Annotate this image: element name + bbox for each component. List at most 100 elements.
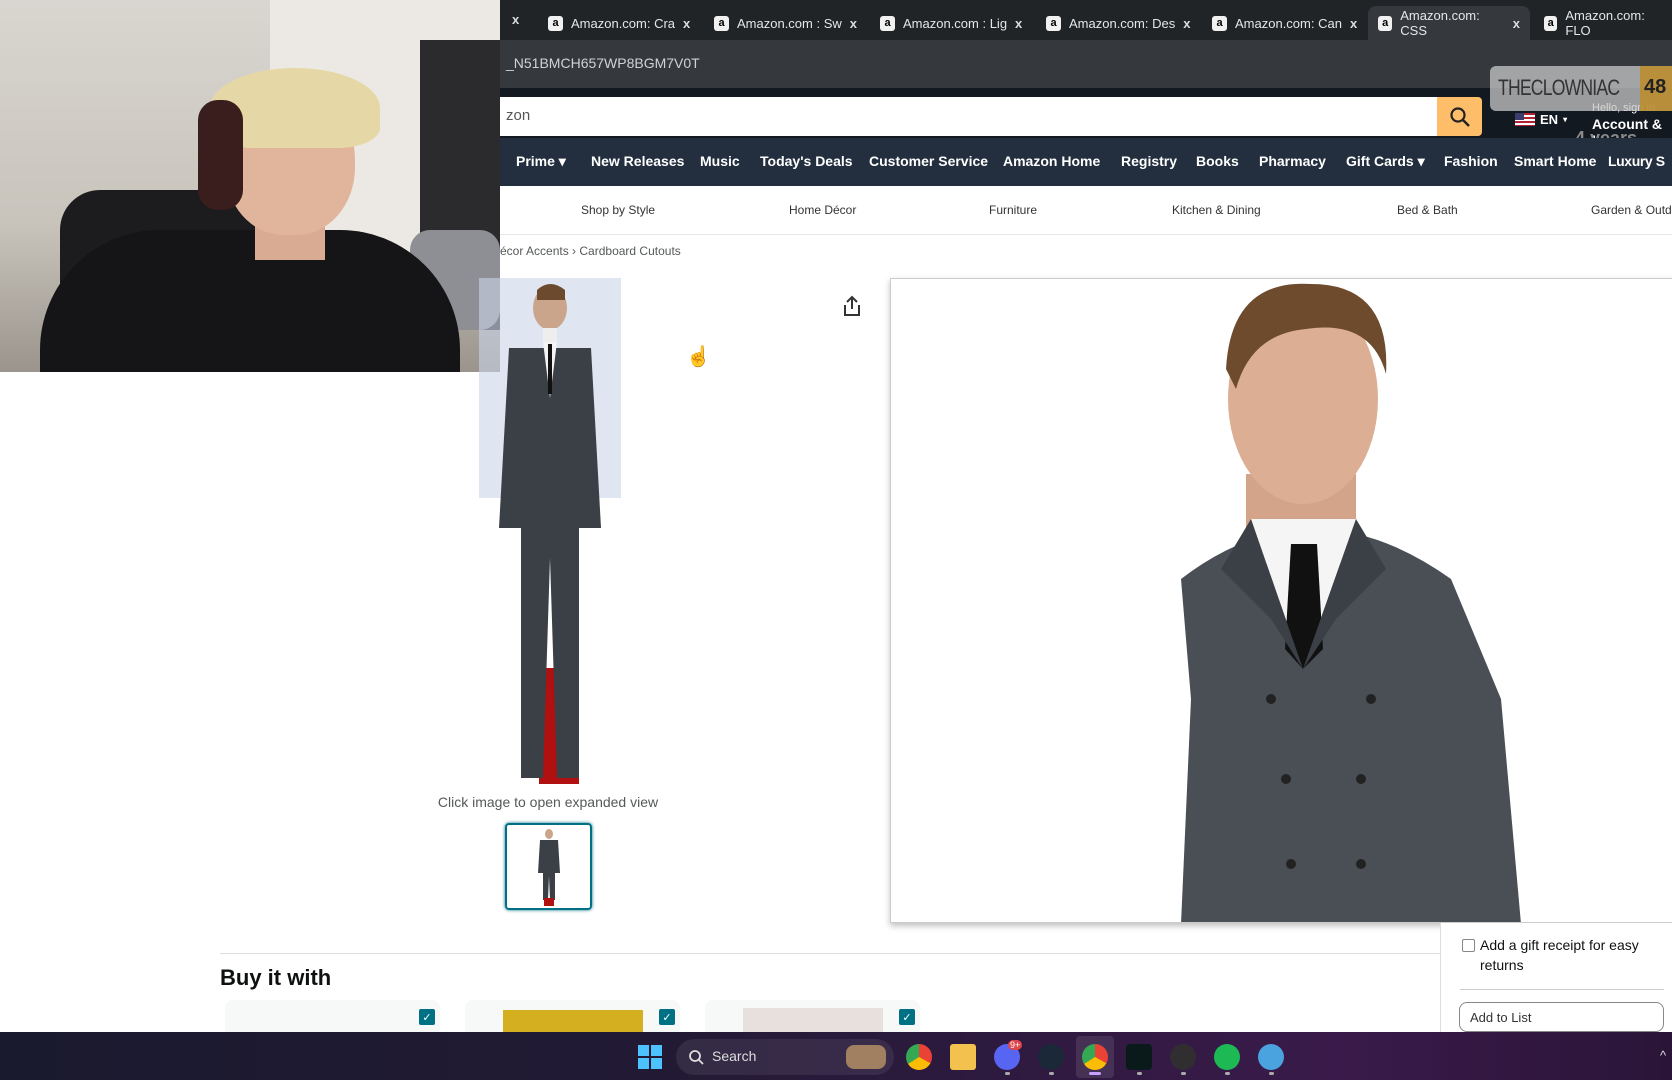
chrome-icon[interactable] [906, 1044, 932, 1070]
amazon-icon: a [1378, 15, 1393, 31]
us-flag-icon [1515, 113, 1535, 126]
steam-icon[interactable] [1038, 1044, 1064, 1070]
tab-close-icon[interactable]: x [850, 16, 857, 31]
gift-receipt-label[interactable]: Add a gift receipt for easy returns [1480, 935, 1660, 975]
nav-registry[interactable]: Registry [1121, 153, 1177, 169]
nav-luxury[interactable]: Luxury S [1608, 153, 1665, 169]
wave-app-icon[interactable] [1126, 1044, 1152, 1070]
language-selector[interactable]: EN ▾ [1515, 112, 1567, 127]
webcam-person-body [40, 230, 460, 372]
tab-title: Amazon.com: Des [1069, 15, 1176, 31]
breadcrumb-decor-accents[interactable]: écor Accents [500, 244, 569, 258]
browser-tab[interactable]: a Amazon.com: Cra x [538, 6, 700, 40]
tab-close-icon[interactable]: x [1015, 16, 1022, 31]
nav-todays-deals[interactable]: Today's Deals [760, 153, 853, 169]
tab-title: Amazon.com: Can [1235, 15, 1342, 31]
nav-customer-service[interactable]: Customer Service [869, 153, 988, 169]
browser-tab[interactable]: a Amazon.com : Lig x [870, 6, 1032, 40]
webcam-overlay [0, 0, 500, 372]
hand-cursor-icon: ☝ [686, 346, 711, 368]
browser-tab[interactable]: a Amazon.com: FLO [1534, 6, 1672, 40]
discord-badge: 9+ [1008, 1040, 1023, 1050]
obs-icon[interactable] [1170, 1044, 1196, 1070]
bundle-checkbox[interactable]: ✓ [659, 1009, 675, 1025]
language-label: EN [1540, 112, 1559, 127]
thumbnail-cutout [537, 828, 560, 906]
subnav-shop-by-style[interactable]: Shop by Style [581, 203, 655, 217]
tab-close-icon[interactable]: x [512, 12, 519, 27]
tab-title: Amazon.com: Cra [571, 15, 676, 31]
browser-tab[interactable]: a Amazon.com: Can x [1202, 6, 1367, 40]
share-icon[interactable] [840, 294, 864, 318]
tab-strip: x a Amazon.com: Cra x a Amazon.com : Sw x aA… [500, 0, 1672, 40]
nav-new-releases[interactable]: New Releases [591, 153, 684, 169]
subnav-bed-bath[interactable]: Bed & Bath [1397, 203, 1458, 217]
search-icon [1449, 106, 1470, 127]
breadcrumb: écor Accents › Cardboard Cutouts [500, 244, 681, 258]
file-explorer-icon[interactable] [950, 1044, 976, 1070]
search-highlight-icon [846, 1045, 886, 1069]
headphones [198, 100, 243, 210]
breadcrumb-cardboard-cutouts[interactable]: Cardboard Cutouts [579, 244, 680, 258]
tab-close-icon[interactable]: x [1513, 16, 1520, 31]
subnav-furniture[interactable]: Furniture [989, 203, 1037, 217]
tab-title: Amazon.com: CSS [1400, 8, 1480, 38]
subnav-home-decor[interactable]: Home Décor [789, 203, 856, 217]
panel-divider [1460, 989, 1664, 990]
running-indicator [1225, 1072, 1230, 1075]
overlay-username: THECLOWNIAC [1498, 75, 1620, 100]
running-indicator [1137, 1072, 1142, 1075]
browser-tab[interactable]: a Amazon.com : Sw x [704, 6, 867, 40]
nav-smart-home[interactable]: Smart Home [1514, 153, 1596, 169]
amazon-icon: a [880, 15, 895, 31]
running-indicator [1181, 1072, 1186, 1075]
nav-music[interactable]: Music [700, 153, 740, 169]
subnav-kitchen-dining[interactable]: Kitchen & Dining [1172, 203, 1261, 217]
amazon-icon: a [548, 15, 563, 31]
amazon-icon: a [1212, 15, 1227, 31]
taskbar-search[interactable]: Search [676, 1039, 894, 1075]
gift-receipt-checkbox[interactable] [1462, 939, 1475, 952]
tab-title: Amazon.com: FLO [1565, 8, 1645, 38]
browser-tab[interactable]: a Amazon.com: Des x [1036, 6, 1200, 40]
breadcrumb-separator: › [572, 244, 577, 258]
chevron-up-icon[interactable]: ^ [1660, 1048, 1666, 1063]
nav-books[interactable]: Books [1196, 153, 1239, 169]
nav-gift-cards[interactable]: Gift Cards ▾ [1346, 153, 1425, 170]
thumbnail-image[interactable] [505, 823, 592, 910]
product-cutout-image[interactable] [479, 278, 621, 784]
search-input[interactable]: zon [500, 97, 1437, 136]
amazon-icon: a [1544, 15, 1558, 31]
chrome-icon[interactable] [1082, 1044, 1108, 1070]
browser-tab-active[interactable]: a Amazon.com: CSS x [1368, 6, 1530, 40]
tab-title: Amazon.com : Sw [737, 15, 842, 31]
bundle-checkbox[interactable]: ✓ [419, 1009, 435, 1025]
tab-close-icon[interactable]: x [1183, 16, 1190, 31]
running-indicator [1005, 1072, 1010, 1075]
add-to-list-button[interactable]: Add to List [1459, 1002, 1664, 1032]
running-indicator [1269, 1072, 1274, 1075]
overlay-count: 48 [1640, 66, 1672, 111]
nav-prime[interactable]: Prime ▾ [516, 153, 566, 170]
expand-caption: Click image to open expanded view [437, 794, 659, 810]
nav-amazon-home[interactable]: Amazon Home [1003, 153, 1100, 169]
tab-close-icon[interactable]: x [1350, 16, 1357, 31]
main-product-image[interactable] [890, 278, 1672, 923]
spotify-icon[interactable] [1214, 1044, 1240, 1070]
search-button[interactable] [1437, 97, 1482, 136]
windows-start-icon[interactable] [638, 1045, 662, 1069]
globe-app-icon[interactable] [1258, 1044, 1284, 1070]
main-nav: Prime ▾ New Releases Music Today's Deals… [500, 138, 1672, 186]
subnav-garden[interactable]: Garden & Outd [1591, 203, 1672, 217]
tab-title: Amazon.com : Lig [903, 15, 1008, 31]
bundle-checkbox[interactable]: ✓ [899, 1009, 915, 1025]
tab-close-icon[interactable]: x [683, 16, 690, 31]
taskbar-search-label: Search [712, 1048, 757, 1064]
section-divider [220, 953, 1440, 954]
nav-fashion[interactable]: Fashion [1444, 153, 1498, 169]
sub-nav: Shop by Style Home Décor Furniture Kitch… [500, 186, 1672, 235]
amazon-icon: a [1046, 15, 1061, 31]
nav-pharmacy[interactable]: Pharmacy [1259, 153, 1326, 169]
search-icon [689, 1050, 704, 1065]
running-indicator [1089, 1072, 1101, 1075]
